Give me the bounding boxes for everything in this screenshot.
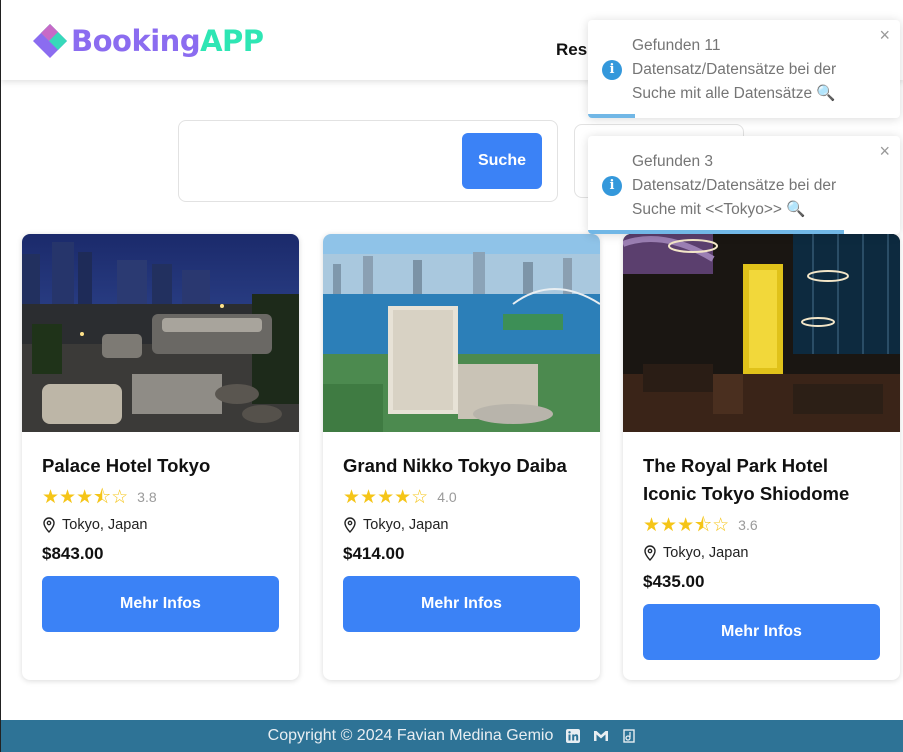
hotel-image [623, 234, 900, 432]
toast-notification[interactable]: i Gefunden 3 Datensatz/Datensätze bei de… [588, 136, 900, 234]
hotel-location: Tokyo, Japan [42, 515, 279, 535]
hotel-price: $414.00 [343, 544, 405, 563]
hotel-rating: ★★★⯪☆ 3.6 [643, 514, 880, 536]
hotel-image [22, 234, 299, 432]
search-box: Suche [178, 120, 558, 202]
gmail-icon[interactable] [593, 728, 609, 744]
hotel-price: $843.00 [42, 544, 104, 563]
linkedin-icon[interactable] [565, 728, 581, 744]
toast-notification[interactable]: i Gefunden 11 Datensatz/Datensätze bei d… [588, 20, 900, 118]
rating-value: 4.0 [437, 489, 457, 505]
hotel-name[interactable]: The Royal Park Hotel Iconic Tokyo Shiodo… [643, 452, 880, 508]
hotel-card: Grand Nikko Tokyo Daiba ★★★★☆ 4.0 Tokyo,… [323, 234, 600, 680]
location-text: Tokyo, Japan [62, 517, 148, 533]
star-rating-icon: ★★★⯪☆ [42, 486, 129, 508]
hotel-name[interactable]: Palace Hotel Tokyo [42, 452, 279, 480]
toast-message: Gefunden 3 Datensatz/Datensätze bei der … [632, 153, 837, 218]
footer: Copyright © 2024 Favian Medina Gemio [1, 720, 903, 752]
toast-message: Gefunden 11 Datensatz/Datensätze bei der… [632, 37, 837, 102]
logo[interactable]: BookingAPP [31, 22, 264, 60]
hotel-location: Tokyo, Japan [643, 543, 880, 563]
more-info-button[interactable]: Mehr Infos [643, 604, 880, 660]
star-rating-icon: ★★★⯪☆ [643, 514, 730, 536]
rating-value: 3.8 [137, 489, 157, 505]
map-pin-icon [644, 545, 656, 561]
map-pin-icon [43, 517, 55, 533]
hotel-rating: ★★★⯪☆ 3.8 [42, 486, 279, 508]
hotel-card: Palace Hotel Tokyo ★★★⯪☆ 3.8 Tokyo, Japa… [22, 234, 299, 680]
location-text: Tokyo, Japan [363, 517, 449, 533]
search-input[interactable] [193, 135, 463, 187]
hotel-image [323, 234, 600, 432]
search-button[interactable]: Suche [462, 133, 542, 189]
website-icon[interactable] [621, 728, 637, 744]
hotel-price: $435.00 [643, 572, 705, 591]
hotel-name[interactable]: Grand Nikko Tokyo Daiba [343, 452, 580, 480]
close-icon[interactable]: × [879, 26, 890, 44]
star-rating-icon: ★★★★☆ [343, 486, 429, 508]
map-pin-icon [344, 517, 356, 533]
hotel-location: Tokyo, Japan [343, 515, 580, 535]
info-icon: i [602, 60, 622, 80]
logo-text: BookingAPP [71, 24, 264, 58]
location-text: Tokyo, Japan [663, 545, 749, 561]
rating-value: 3.6 [738, 517, 758, 533]
more-info-button[interactable]: Mehr Infos [42, 576, 279, 632]
info-icon: i [602, 176, 622, 196]
close-icon[interactable]: × [879, 142, 890, 160]
more-info-button[interactable]: Mehr Infos [343, 576, 580, 632]
logo-icon [31, 22, 69, 60]
copyright-text: Copyright © 2024 Favian Medina Gemio [267, 727, 554, 744]
hotel-card: The Royal Park Hotel Iconic Tokyo Shiodo… [623, 234, 900, 680]
toast-progress-bar [588, 230, 844, 234]
hotel-rating: ★★★★☆ 4.0 [343, 486, 580, 508]
toast-progress-bar [588, 114, 635, 118]
nav-item-partial[interactable]: Res [556, 40, 587, 60]
